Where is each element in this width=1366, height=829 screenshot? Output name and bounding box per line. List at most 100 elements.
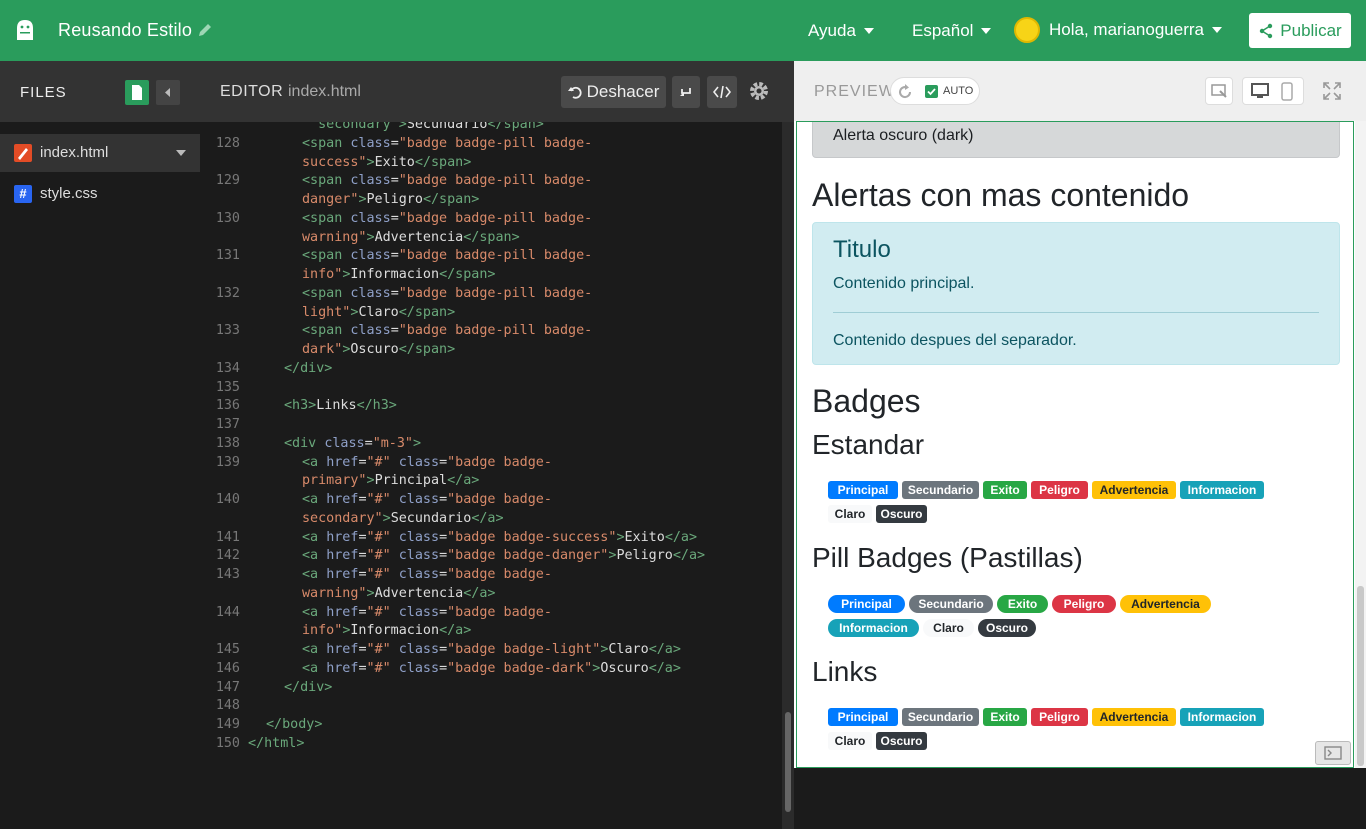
redo-button[interactable] [672, 76, 700, 108]
chevron-down-icon [1211, 27, 1222, 33]
code-token: = [390, 285, 399, 301]
alert-divider [833, 312, 1319, 313]
code-token: class [350, 135, 391, 151]
heading-pills: Pill Badges (Pastillas) [812, 542, 1083, 573]
edit-title-pencil-icon[interactable] [197, 22, 213, 38]
alert-dark-text: Alerta oscuro (dark) [833, 127, 974, 144]
code-token: = [358, 529, 367, 545]
code-token: Oscuro [350, 342, 399, 357]
alert-info: Titulo Contenido principal. Contenido de… [812, 222, 1340, 365]
code-token: = [358, 548, 367, 564]
code-token: Advertencia [374, 585, 464, 601]
language-menu[interactable]: Español [912, 21, 992, 41]
format-code-button[interactable] [707, 76, 737, 108]
link-badge-advertencia[interactable]: Advertencia [1092, 708, 1176, 726]
line-number: 150 [215, 735, 240, 751]
code-token: "#" [366, 604, 399, 620]
code-token: primary" [302, 473, 367, 489]
new-file-icon [132, 85, 142, 100]
code-token: <span [302, 135, 351, 151]
code-token: </a> [471, 510, 504, 526]
code-area[interactable]: secondary">Secundario</span> 128 <span cla… [200, 122, 782, 768]
code-token: <span [302, 173, 351, 189]
mobile-icon[interactable] [1281, 82, 1293, 101]
link-badge-oscuro[interactable]: Oscuro [876, 732, 927, 750]
link-badge-exito[interactable]: Exito [983, 708, 1027, 726]
editor-filename: index.html [288, 83, 361, 100]
console-toggle-button[interactable] [1315, 741, 1351, 765]
user-menu[interactable]: Hola, marianoguerra [1014, 17, 1222, 43]
preview-scrollbar-thumb[interactable] [1357, 586, 1364, 766]
code-token: > [413, 435, 422, 451]
file-item-style-css[interactable]: # style.css [0, 175, 200, 213]
preview-controls: AUTO [890, 77, 980, 105]
code-token: href [326, 529, 359, 545]
code-token: Advertencia [374, 229, 464, 245]
code-token: "#" [366, 548, 399, 564]
code-token: danger" [302, 192, 359, 207]
code-token: = [439, 529, 448, 545]
code-token: "badge badge-success" [447, 529, 617, 545]
link-badge-peligro[interactable]: Peligro [1031, 708, 1088, 726]
code-token: </span> [414, 154, 472, 170]
auto-checkbox[interactable] [925, 85, 938, 98]
code-token: Principal [374, 473, 448, 489]
code-token: </span> [422, 192, 480, 207]
code-token: <a [302, 604, 327, 620]
code-token: = [439, 548, 448, 564]
app-logo-icon[interactable] [14, 18, 36, 42]
preview-frame[interactable]: Alerta oscuro (dark) Alertas con mas con… [796, 121, 1354, 768]
code-token: "#" [366, 660, 399, 676]
line-number: 130 [215, 210, 240, 226]
code-token: = [358, 660, 367, 676]
editor-header: EDITOR index.html Deshacer [200, 61, 794, 122]
refresh-icon[interactable] [895, 82, 915, 102]
editor-scrollbar[interactable] [782, 122, 794, 829]
undo-button[interactable]: Deshacer [561, 76, 666, 108]
link-badge-informacion[interactable]: Informacion [1180, 708, 1264, 726]
link-badge-principal[interactable]: Principal [828, 708, 898, 726]
project-title[interactable]: Reusando Estilo [58, 20, 192, 41]
code-token: class [398, 529, 440, 545]
files-header: FILES [0, 61, 200, 122]
code-token: </a> [648, 660, 681, 676]
inspect-button[interactable] [1205, 77, 1233, 105]
code-token: > [382, 510, 391, 526]
code-token: <a [302, 642, 327, 657]
gear-icon[interactable] [748, 80, 770, 102]
css-file-icon: # [14, 185, 32, 203]
link-badge-secundario[interactable]: Secundario [902, 708, 979, 726]
fullscreen-icon[interactable] [1322, 81, 1342, 101]
code-token: </span> [487, 122, 544, 132]
code-token: "badge badge- [447, 454, 552, 470]
console-icon [1324, 746, 1342, 760]
code-icon [713, 85, 731, 99]
line-number: 131 [215, 248, 240, 264]
desktop-icon[interactable] [1251, 83, 1269, 100]
standard-badge-informacion: Informacion [1180, 481, 1264, 499]
code-token: Peligro [616, 548, 673, 564]
file-options-chevron-icon[interactable] [176, 150, 186, 156]
preview-scrollbar[interactable] [1355, 121, 1366, 768]
code-line: success">Exito</span> [302, 155, 471, 170]
code-token: </a> [439, 623, 472, 639]
new-file-button[interactable] [125, 80, 149, 105]
code-token: "#" [366, 529, 399, 545]
file-item-index-html[interactable]: index.html [0, 134, 200, 172]
link-badge-claro[interactable]: Claro [828, 732, 872, 750]
chevron-left-icon [165, 88, 170, 97]
standard-badge-advertencia: Advertencia [1092, 481, 1176, 499]
line-number: 148 [215, 698, 240, 714]
line-number: 139 [215, 454, 240, 470]
publish-button[interactable]: Publicar [1249, 13, 1351, 48]
help-menu[interactable]: Ayuda [808, 21, 874, 41]
code-token: "#" [366, 642, 399, 657]
code-token: = [390, 210, 399, 226]
code-token: href [326, 492, 359, 507]
code-token: href [326, 454, 359, 470]
code-token: "badge badge-pill badge- [398, 173, 593, 189]
editor-scrollbar-thumb[interactable] [785, 712, 791, 812]
collapse-panel-button[interactable] [156, 80, 180, 105]
chevron-down-icon [981, 28, 992, 34]
code-token: = [439, 642, 448, 657]
